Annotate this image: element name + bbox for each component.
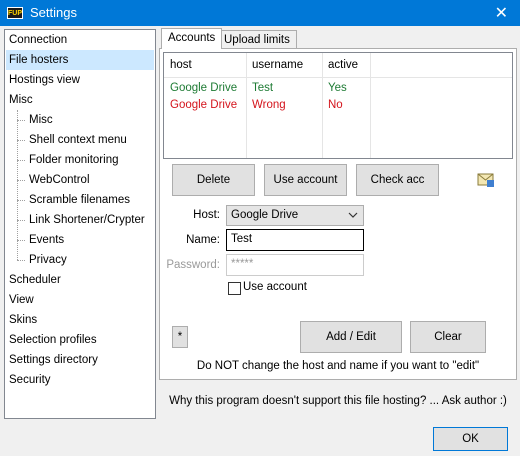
column-header-active[interactable]: active — [322, 55, 358, 75]
accounts-table[interactable]: host username active Google Drive Test Y… — [163, 52, 513, 159]
ok-button[interactable]: OK — [433, 427, 508, 451]
host-select-value: Google Drive — [231, 209, 299, 221]
nav-item-privacy[interactable]: Privacy — [29, 250, 67, 270]
nav-item-events[interactable]: Events — [29, 230, 64, 250]
host-select[interactable]: Google Drive — [226, 205, 364, 226]
tree-connector — [17, 200, 25, 201]
add-edit-button[interactable]: Add / Edit — [300, 321, 402, 353]
nav-item-link-shortener[interactable]: Link Shortener/Crypter — [29, 210, 145, 230]
password-label: Password: — [166, 259, 220, 271]
close-icon[interactable]: ✕ — [495, 3, 508, 23]
mail-warning-icon[interactable] — [477, 172, 495, 188]
asterisk-button[interactable]: * — [172, 326, 188, 348]
nav-item-folder-monitoring[interactable]: Folder monitoring — [29, 150, 118, 170]
nav-item-settings-directory[interactable]: Settings directory — [9, 350, 98, 370]
nav-item-view[interactable]: View — [9, 290, 34, 310]
nav-item-skins[interactable]: Skins — [9, 310, 37, 330]
window-title: Settings — [30, 5, 77, 20]
settings-category-tree[interactable]: Connection File hosters Hostings view Mi… — [4, 29, 156, 419]
check-acc-button[interactable]: Check acc — [356, 164, 439, 196]
table-cell-host[interactable]: Google Drive — [164, 95, 237, 115]
host-label: Host: — [193, 209, 220, 221]
use-account-button[interactable]: Use account — [264, 164, 347, 196]
column-header-host[interactable]: host — [164, 55, 192, 75]
name-label: Name: — [186, 234, 220, 246]
column-divider — [370, 53, 371, 158]
nav-item-misc-sub[interactable]: Misc — [29, 110, 53, 130]
use-account-checkbox-label[interactable]: Use account — [243, 281, 307, 293]
clear-button[interactable]: Clear — [410, 321, 486, 353]
tree-connector — [17, 260, 25, 261]
password-field[interactable]: ***** — [226, 254, 364, 276]
tree-connector — [17, 180, 25, 181]
tree-connector — [17, 140, 25, 141]
nav-item-shell-context-menu[interactable]: Shell context menu — [29, 130, 127, 150]
support-hint-text[interactable]: Why this program doesn't support this fi… — [159, 395, 517, 407]
app-icon: FUP — [7, 7, 23, 19]
nav-item-hostings-view[interactable]: Hostings view — [9, 70, 80, 90]
tab-upload-limits[interactable]: Upload limits — [217, 30, 297, 50]
tree-connector — [17, 110, 18, 260]
delete-button[interactable]: Delete — [172, 164, 255, 196]
nav-item-file-hosters[interactable]: File hosters — [6, 50, 154, 70]
column-header-username[interactable]: username — [246, 55, 303, 75]
nav-item-connection[interactable]: Connection — [9, 30, 67, 50]
title-bar: FUP Settings ✕ — [0, 0, 520, 26]
tab-accounts[interactable]: Accounts — [161, 28, 223, 49]
nav-item-scramble-filenames[interactable]: Scramble filenames — [29, 190, 130, 210]
tree-connector — [17, 220, 25, 221]
nav-item-security[interactable]: Security — [9, 370, 51, 390]
chevron-down-icon — [348, 212, 358, 218]
nav-item-misc[interactable]: Misc — [9, 90, 33, 110]
tree-connector — [17, 120, 25, 121]
table-cell-username[interactable]: Wrong — [246, 95, 286, 115]
tree-connector — [17, 160, 25, 161]
name-field[interactable]: Test — [226, 229, 364, 251]
edit-hint-text: Do NOT change the host and name if you w… — [196, 360, 480, 372]
use-account-checkbox[interactable] — [228, 282, 241, 295]
nav-item-webcontrol[interactable]: WebControl — [29, 170, 90, 190]
tree-connector — [17, 240, 25, 241]
table-cell-active[interactable]: No — [322, 95, 343, 115]
nav-item-selection-profiles[interactable]: Selection profiles — [9, 330, 97, 350]
nav-item-scheduler[interactable]: Scheduler — [9, 270, 61, 290]
